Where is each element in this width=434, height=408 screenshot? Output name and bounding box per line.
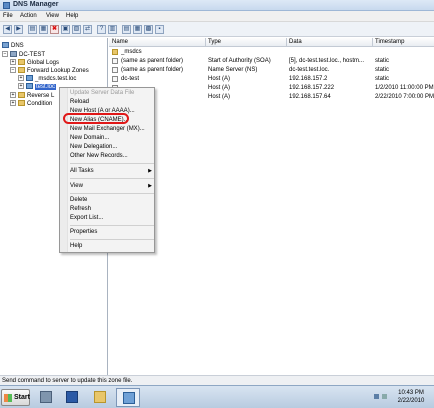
zone-icon: [26, 75, 33, 82]
action-pane-icon[interactable]: ▥: [108, 25, 117, 34]
menu-item-help[interactable]: Help: [70, 242, 154, 250]
folder-icon: [94, 391, 106, 403]
folder-icon: [112, 49, 118, 55]
menu-item-new-delegation[interactable]: New Delegation...: [70, 143, 154, 151]
start-button[interactable]: Start: [1, 389, 30, 406]
title-bar: DNS Manager: [0, 0, 434, 11]
collapse-icon[interactable]: −: [2, 51, 8, 58]
menu-item-other-new-records[interactable]: Other New Records...: [70, 152, 154, 160]
menu-view[interactable]: View: [46, 13, 59, 19]
expand-icon[interactable]: +: [18, 83, 24, 90]
column-data[interactable]: Data: [289, 39, 302, 46]
show-hide-tree-icon[interactable]: ▦: [39, 25, 48, 34]
tree-item-reverse-lookup-zones[interactable]: + Reverse L: [10, 92, 54, 100]
submenu-arrow-icon: ▶: [148, 168, 152, 174]
record-icon: [112, 58, 118, 64]
expand-icon[interactable]: +: [10, 100, 16, 107]
dns-manager-icon: [123, 392, 135, 404]
zone-icon: [26, 83, 33, 90]
tree-item-global-logs[interactable]: + Global Logs: [10, 59, 59, 67]
server-icon: [10, 51, 17, 58]
record-icon: [112, 76, 118, 82]
record-icon: [112, 67, 118, 73]
table-row[interactable]: (same as parent folder) Start of Authori…: [109, 57, 434, 65]
column-type[interactable]: Type: [208, 39, 221, 46]
new-alias-highlight-annotation: [63, 113, 129, 124]
clock[interactable]: 10:43 PM 2/22/2010: [390, 389, 432, 405]
up-level-icon[interactable]: ▤: [28, 25, 37, 34]
refresh-icon[interactable]: ▧: [72, 25, 81, 34]
tree-item-forward-lookup-zones[interactable]: − Forward Lookup Zones: [10, 67, 89, 75]
status-text: Send command to server to update this zo…: [2, 378, 133, 384]
new-host-icon[interactable]: ▤: [122, 25, 131, 34]
menu-file[interactable]: File: [3, 13, 13, 19]
tree-item-dc-test[interactable]: − DC-TEST: [2, 51, 45, 59]
new-alias-icon[interactable]: ▦: [133, 25, 142, 34]
export-icon[interactable]: ⇄: [83, 25, 92, 34]
system-tray: 10:43 PM 2/22/2010: [372, 389, 432, 407]
menu-item-new-mail-exchanger[interactable]: New Mail Exchanger (MX)...: [70, 125, 154, 133]
menu-help[interactable]: Help: [66, 13, 78, 19]
dns-icon: [2, 42, 9, 49]
network-icon[interactable]: [374, 394, 379, 399]
table-row[interactable]: Host (A) 192.168.157.64 2/22/2010 7:00:0…: [109, 93, 434, 101]
menu-bar: File Action View Help: [0, 11, 434, 22]
menu-item-view[interactable]: View ▶: [70, 182, 154, 190]
back-icon[interactable]: ◀: [3, 25, 12, 34]
tree-item-msdcs-zone[interactable]: + _msdcs.test.loc: [18, 75, 76, 83]
menu-item-refresh[interactable]: Refresh: [70, 205, 154, 213]
taskbar: Start 10:43 PM 2/22/2010: [0, 385, 434, 408]
filter-icon[interactable]: ▪: [155, 25, 164, 34]
explorer-taskbar-button[interactable]: [90, 388, 110, 407]
tree-item-conditional-forwarders[interactable]: + Condition: [10, 100, 52, 108]
dns-manager-icon: [3, 2, 10, 9]
forward-icon[interactable]: ▶: [14, 25, 23, 34]
expand-icon[interactable]: +: [10, 59, 16, 66]
volume-icon[interactable]: [382, 394, 387, 399]
expand-icon[interactable]: +: [10, 92, 16, 99]
help-icon[interactable]: ?: [97, 25, 106, 34]
folder-icon: [18, 67, 25, 74]
context-menu: Update Server Data File Reload New Host …: [59, 87, 155, 253]
window-title: DNS Manager: [13, 1, 59, 8]
column-name[interactable]: Name: [112, 39, 128, 46]
menu-item-all-tasks[interactable]: All Tasks ▶: [70, 167, 154, 175]
properties-icon[interactable]: ▣: [61, 25, 70, 34]
collapse-icon[interactable]: −: [10, 67, 16, 74]
tree-item-test-loc[interactable]: + test.loc: [18, 83, 57, 91]
expand-icon[interactable]: +: [18, 75, 24, 82]
toolbar: ◀ ▶ ▤ ▦ ✖ ▣ ▧ ⇄ ? ▥ ▤ ▦ ▩ ▪: [0, 22, 434, 37]
dns-manager-taskbar-button[interactable]: [116, 388, 140, 407]
menu-item-reload[interactable]: Reload: [70, 98, 154, 106]
folder-icon: [18, 100, 25, 107]
tree-item-dns[interactable]: DNS: [2, 42, 24, 50]
menu-item-delete[interactable]: Delete: [70, 196, 154, 204]
submenu-arrow-icon: ▶: [148, 183, 152, 189]
table-row[interactable]: _msdcs: [109, 48, 434, 56]
menu-item-update-server-data-file[interactable]: Update Server Data File: [70, 89, 154, 97]
column-timestamp[interactable]: Timestamp: [375, 39, 404, 46]
windows-logo-icon: [4, 394, 12, 402]
records-list: Name Type Data Timestamp _msdcs (same as…: [109, 38, 434, 375]
new-mx-icon[interactable]: ▩: [144, 25, 153, 34]
table-row[interactable]: (same as parent folder) Name Server (NS)…: [109, 66, 434, 74]
menu-item-properties[interactable]: Properties: [70, 228, 154, 236]
table-row[interactable]: dc-test Host (A) 192.168.157.2 static: [109, 75, 434, 83]
table-row[interactable]: Host (A) 192.168.157.222 1/2/2010 11:00:…: [109, 84, 434, 92]
menu-item-new-domain[interactable]: New Domain...: [70, 134, 154, 142]
server-manager-icon: [40, 391, 52, 403]
list-header: Name Type Data Timestamp: [109, 38, 434, 47]
server-manager-taskbar-button[interactable]: [36, 388, 56, 407]
status-bar: Send command to server to update this zo…: [0, 375, 434, 385]
powershell-taskbar-button[interactable]: [62, 388, 82, 407]
delete-icon[interactable]: ✖: [50, 25, 59, 34]
folder-icon: [18, 59, 25, 66]
folder-icon: [18, 92, 25, 99]
powershell-icon: [66, 391, 78, 403]
menu-item-export-list[interactable]: Export List...: [70, 214, 154, 222]
menu-action[interactable]: Action: [20, 13, 37, 19]
